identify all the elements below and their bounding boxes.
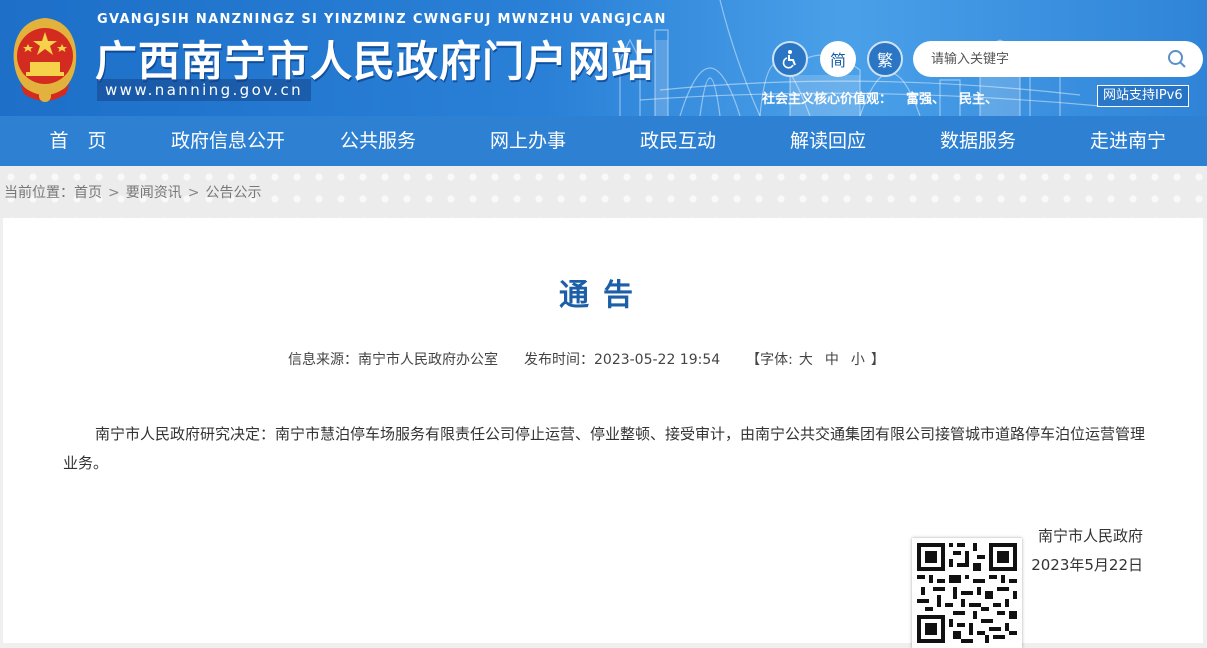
breadcrumb-separator: > [108,185,120,201]
site-header: GVANGJSIH NANZNINGZ SI YINZMINZ CWNGFUJ … [0,0,1207,116]
font-size-medium-button[interactable]: 中 [825,352,839,368]
signature-date: 2023年5月22日 [1031,556,1143,574]
font-size-close: 】 [870,352,885,368]
breadcrumb-separator: > [187,185,200,201]
core-value-item: 民主、 [959,92,999,107]
core-value-item: 富强、 [906,92,946,107]
breadcrumb-home[interactable]: 首页 [74,185,102,201]
nav-item-interpretation[interactable]: 解读回应 [753,116,903,166]
font-size-small-button[interactable]: 小 [851,352,865,368]
font-size-control: 【字体: 大中小】 [746,349,885,369]
nav-item-public-services[interactable]: 公共服务 [303,116,453,166]
nav-item-interaction[interactable]: 政民互动 [603,116,753,166]
simplified-chinese-button[interactable]: 简 [820,41,856,77]
source-label: 信息来源： [288,352,358,368]
source-value: 南宁市人民政府办公室 [358,352,498,368]
nav-item-online-services[interactable]: 网上办事 [453,116,603,166]
article-signature: 南宁市人民政府 2023年5月22日 [1031,522,1143,580]
breadcrumb-news[interactable]: 要闻资讯 [126,185,182,201]
nav-item-about-nanning[interactable]: 走进南宁 [1053,116,1203,166]
ipv6-badge: 网站支持IPv6 [1097,85,1189,107]
qr-code-icon [917,543,1017,643]
main-nav: 首 页 政府信息公开 公共服务 网上办事 政民互动 解读回应 数据服务 走进南宁 [0,116,1207,166]
font-size-large-button[interactable]: 大 [799,352,813,368]
site-title-pinyin: GVANGJSIH NANZNINGZ SI YINZMINZ CWNGFUJ … [97,12,667,27]
traditional-chinese-button[interactable]: 繁 [867,41,903,77]
breadcrumb-announcements[interactable]: 公告公示 [205,185,261,201]
national-emblem-icon [13,18,77,102]
publish-date: 2023-05-22 19:54 [594,352,721,368]
core-values-ticker: 社会主义核心价值观： 富强、 民主、 [762,88,1012,107]
search-box [913,41,1203,77]
nav-item-data-services[interactable]: 数据服务 [903,116,1053,166]
article-meta: 信息来源：南宁市人民政府办公室 发布时间：2023-05-22 19:54 【字体:… [288,349,885,369]
breadcrumb: 当前位置：首页 > 要闻资讯 > 公告公示 [4,182,261,202]
accessibility-icon [782,50,796,69]
nav-item-gov-info[interactable]: 政府信息公开 [153,116,303,166]
accessibility-button[interactable] [772,41,808,77]
article-container: 通告 信息来源：南宁市人民政府办公室 发布时间：2023-05-22 19:54 【… [3,218,1203,648]
signature-org: 南宁市人民政府 [1037,527,1143,545]
date-label: 发布时间： [524,352,594,368]
qr-code[interactable] [912,538,1022,648]
search-icon[interactable] [1167,49,1187,69]
site-url[interactable]: www.nanning.gov.cn [97,79,312,101]
font-size-label: 【字体: [746,352,793,368]
article-body: 南宁市人民政府研究决定：南宁市慧泊停车场服务有限责任公司停止运营、停业整顿、接受… [63,425,1146,472]
breadcrumb-prefix: 当前位置： [4,185,74,201]
nav-item-home[interactable]: 首 页 [3,116,153,166]
article-title: 通告 [559,278,647,313]
core-values-prefix: 社会主义核心价值观： [762,92,893,107]
search-input[interactable] [931,49,1151,69]
breadcrumb-bar: 当前位置：首页 > 要闻资讯 > 公告公示 [0,166,1207,218]
